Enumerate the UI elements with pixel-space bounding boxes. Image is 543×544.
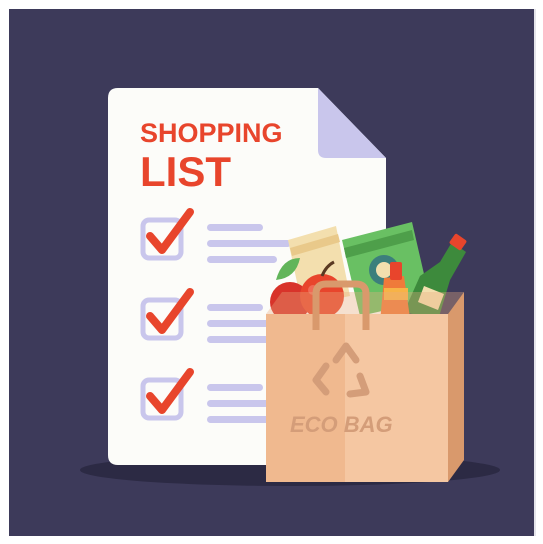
- paper-folded-corner: [318, 88, 386, 158]
- shopping-list-illustration: SHOPPING LIST ECO BAG: [80, 88, 500, 486]
- list-title-line1: SHOPPING: [140, 118, 283, 148]
- list-line: [207, 224, 263, 231]
- list-title-line2: LIST: [140, 148, 231, 195]
- list-line: [207, 384, 263, 391]
- bag-label: ECO BAG: [290, 412, 393, 437]
- list-line: [207, 240, 291, 247]
- list-line: [207, 256, 277, 263]
- eco-bag: ECO BAG: [266, 280, 464, 482]
- bag-side: [448, 292, 464, 482]
- list-line: [207, 304, 263, 311]
- image-frame: SHOPPING LIST ECO BAG: [0, 0, 543, 544]
